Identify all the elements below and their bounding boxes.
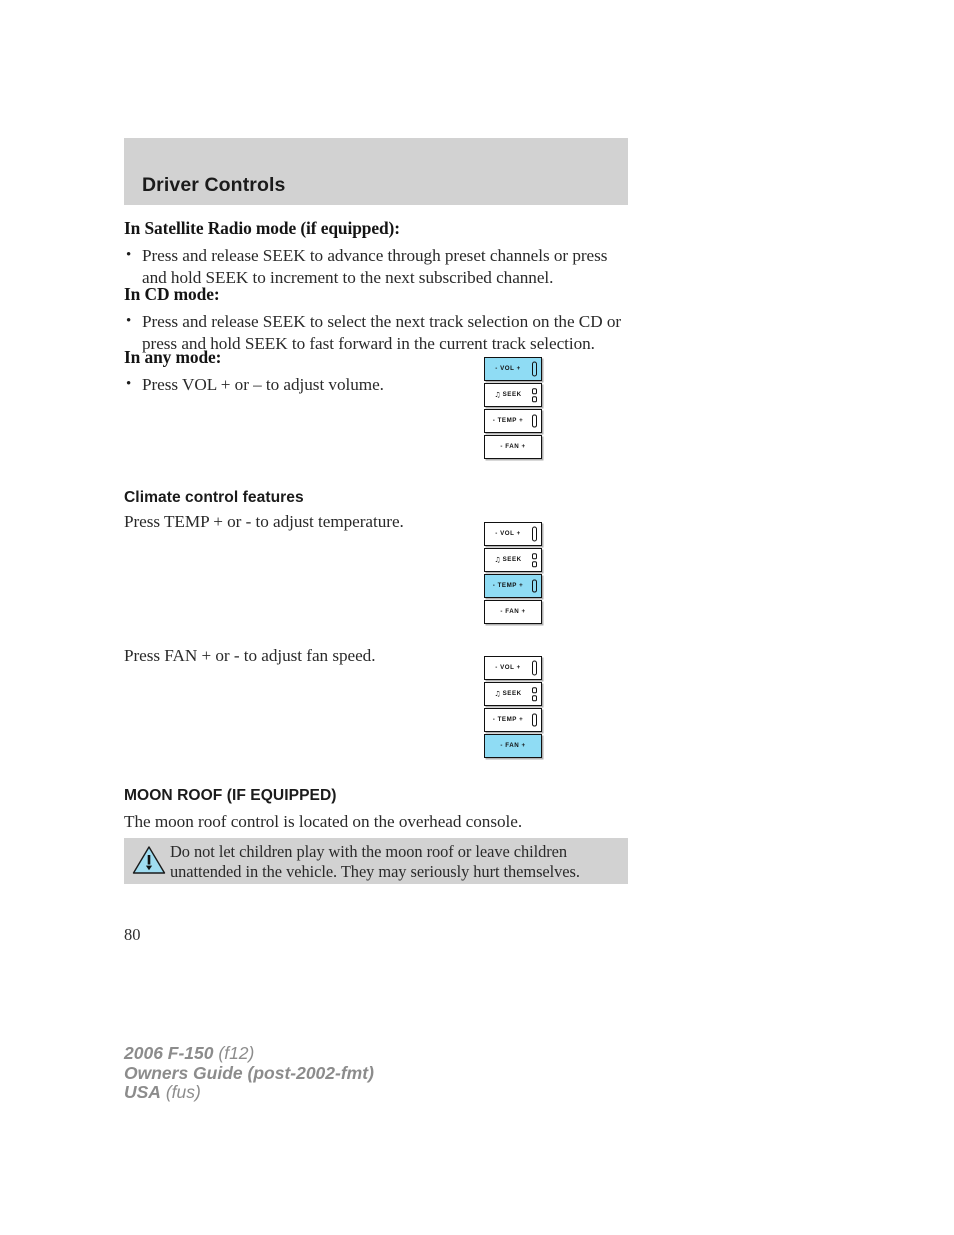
control-button-seek-label: SEEK (502, 390, 522, 398)
steering-wheel-control-panel-temperature: - VOL + ♫ SEEK - TEMP + - FAN + (484, 522, 542, 626)
bullet-item: • Press VOL + or – to adjust volume. (124, 374, 454, 396)
music-note-icon: ♫ (494, 689, 501, 698)
page-title: Driver Controls (142, 174, 286, 196)
steering-wheel-control-panel-fan: - VOL + ♫ SEEK - TEMP + - FAN + (484, 656, 542, 760)
control-button-seek-label: SEEK (502, 689, 522, 697)
cd-heading: In CD mode: (124, 284, 220, 304)
footer-model-code: (f12) (213, 1043, 255, 1063)
footer-line-1: 2006 F-150 (f12) (124, 1043, 374, 1064)
footer-line-3: USA (fus) (124, 1082, 374, 1103)
footer-guide: Owners Guide (post-2002-fmt) (124, 1062, 374, 1083)
control-button-temp-label: - TEMP + (492, 581, 524, 589)
climate-fan-text: Press FAN + or - to adjust fan speed. (124, 646, 376, 665)
bullet-dot-icon: • (126, 247, 132, 263)
control-button-fan-label: - FAN + (500, 607, 526, 615)
page-header-band: Driver Controls (124, 138, 628, 205)
warning-text: Do not let children play with the moon r… (170, 842, 580, 881)
control-button-fan[interactable]: - FAN + (484, 734, 542, 758)
control-button-vol[interactable]: - VOL + (484, 656, 542, 680)
music-note-icon: ♫ (494, 390, 501, 399)
footer-model: 2006 F-150 (124, 1043, 214, 1063)
rocker-switch-icon (531, 579, 537, 593)
any-mode-bullet-1: Press VOL + or – to adjust volume. (142, 375, 384, 394)
control-button-temp[interactable]: - TEMP + (484, 574, 542, 598)
rocker-switch-icon (531, 526, 537, 542)
control-button-fan-label: - FAN + (500, 442, 526, 450)
moon-roof-heading: MOON ROOF (IF EQUIPPED) (124, 787, 337, 804)
control-button-vol-label: - VOL + (495, 364, 521, 372)
steering-wheel-control-panel-volume: - VOL + ♫ SEEK - TEMP + - FAN + (484, 357, 542, 461)
footer-region-code: (fus) (160, 1082, 201, 1102)
section-any-mode: In any mode: • Press VOL + or – to adjus… (124, 347, 454, 399)
rocker-switch-icon (531, 414, 537, 428)
climate-temp-text: Press TEMP + or - to adjust temperature. (124, 512, 404, 531)
satellite-bullet-1: Press and release SEEK to advance throug… (142, 246, 608, 287)
climate-control-heading: Climate control features (124, 489, 304, 506)
control-button-temp[interactable]: - TEMP + (484, 409, 542, 433)
control-button-seek[interactable]: ♫ SEEK (484, 682, 542, 706)
control-button-vol-label: - VOL + (495, 663, 521, 671)
control-button-temp-label: - TEMP + (492, 715, 524, 723)
any-mode-heading: In any mode: (124, 347, 222, 367)
control-button-fan[interactable]: - FAN + (484, 600, 542, 624)
rocker-switch-icon (531, 660, 537, 676)
rocker-switch-dual-icon (531, 388, 537, 402)
page-number: 80 (124, 925, 141, 944)
rocker-switch-icon (531, 361, 537, 377)
control-button-vol[interactable]: - VOL + (484, 522, 542, 546)
moon-roof-body-text: The moon roof control is located on the … (124, 812, 523, 831)
control-button-seek[interactable]: ♫ SEEK (484, 548, 542, 572)
control-button-seek[interactable]: ♫ SEEK (484, 383, 542, 407)
bullet-dot-icon: • (126, 313, 132, 329)
footer-region: USA (124, 1082, 161, 1102)
control-button-fan[interactable]: - FAN + (484, 435, 542, 459)
bullet-dot-icon: • (126, 376, 132, 392)
footer-line-2: Owners Guide (post-2002-fmt) (124, 1062, 374, 1084)
section-satellite-radio: In Satellite Radio mode (if equipped): •… (124, 218, 636, 291)
warning-triangle-icon (132, 846, 166, 874)
bullet-item: • Press and release SEEK to advance thro… (124, 245, 636, 288)
rocker-switch-dual-icon (531, 687, 537, 701)
satellite-heading: In Satellite Radio mode (if equipped): (124, 218, 400, 238)
rocker-switch-dual-icon (531, 553, 537, 567)
document-footer: 2006 F-150 (f12) Owners Guide (post-2002… (124, 1043, 374, 1103)
music-note-icon: ♫ (494, 555, 501, 564)
control-button-vol[interactable]: - VOL + (484, 357, 542, 381)
manual-page: Driver Controls In Satellite Radio mode … (0, 0, 954, 1235)
control-button-fan-label: - FAN + (500, 741, 526, 749)
control-button-seek-label: SEEK (502, 555, 522, 563)
control-button-vol-label: - VOL + (495, 529, 521, 537)
rocker-switch-icon (531, 713, 537, 727)
warning-callout-box: Do not let children play with the moon r… (124, 838, 628, 884)
control-button-temp-label: - TEMP + (492, 416, 524, 424)
control-button-temp[interactable]: - TEMP + (484, 708, 542, 732)
